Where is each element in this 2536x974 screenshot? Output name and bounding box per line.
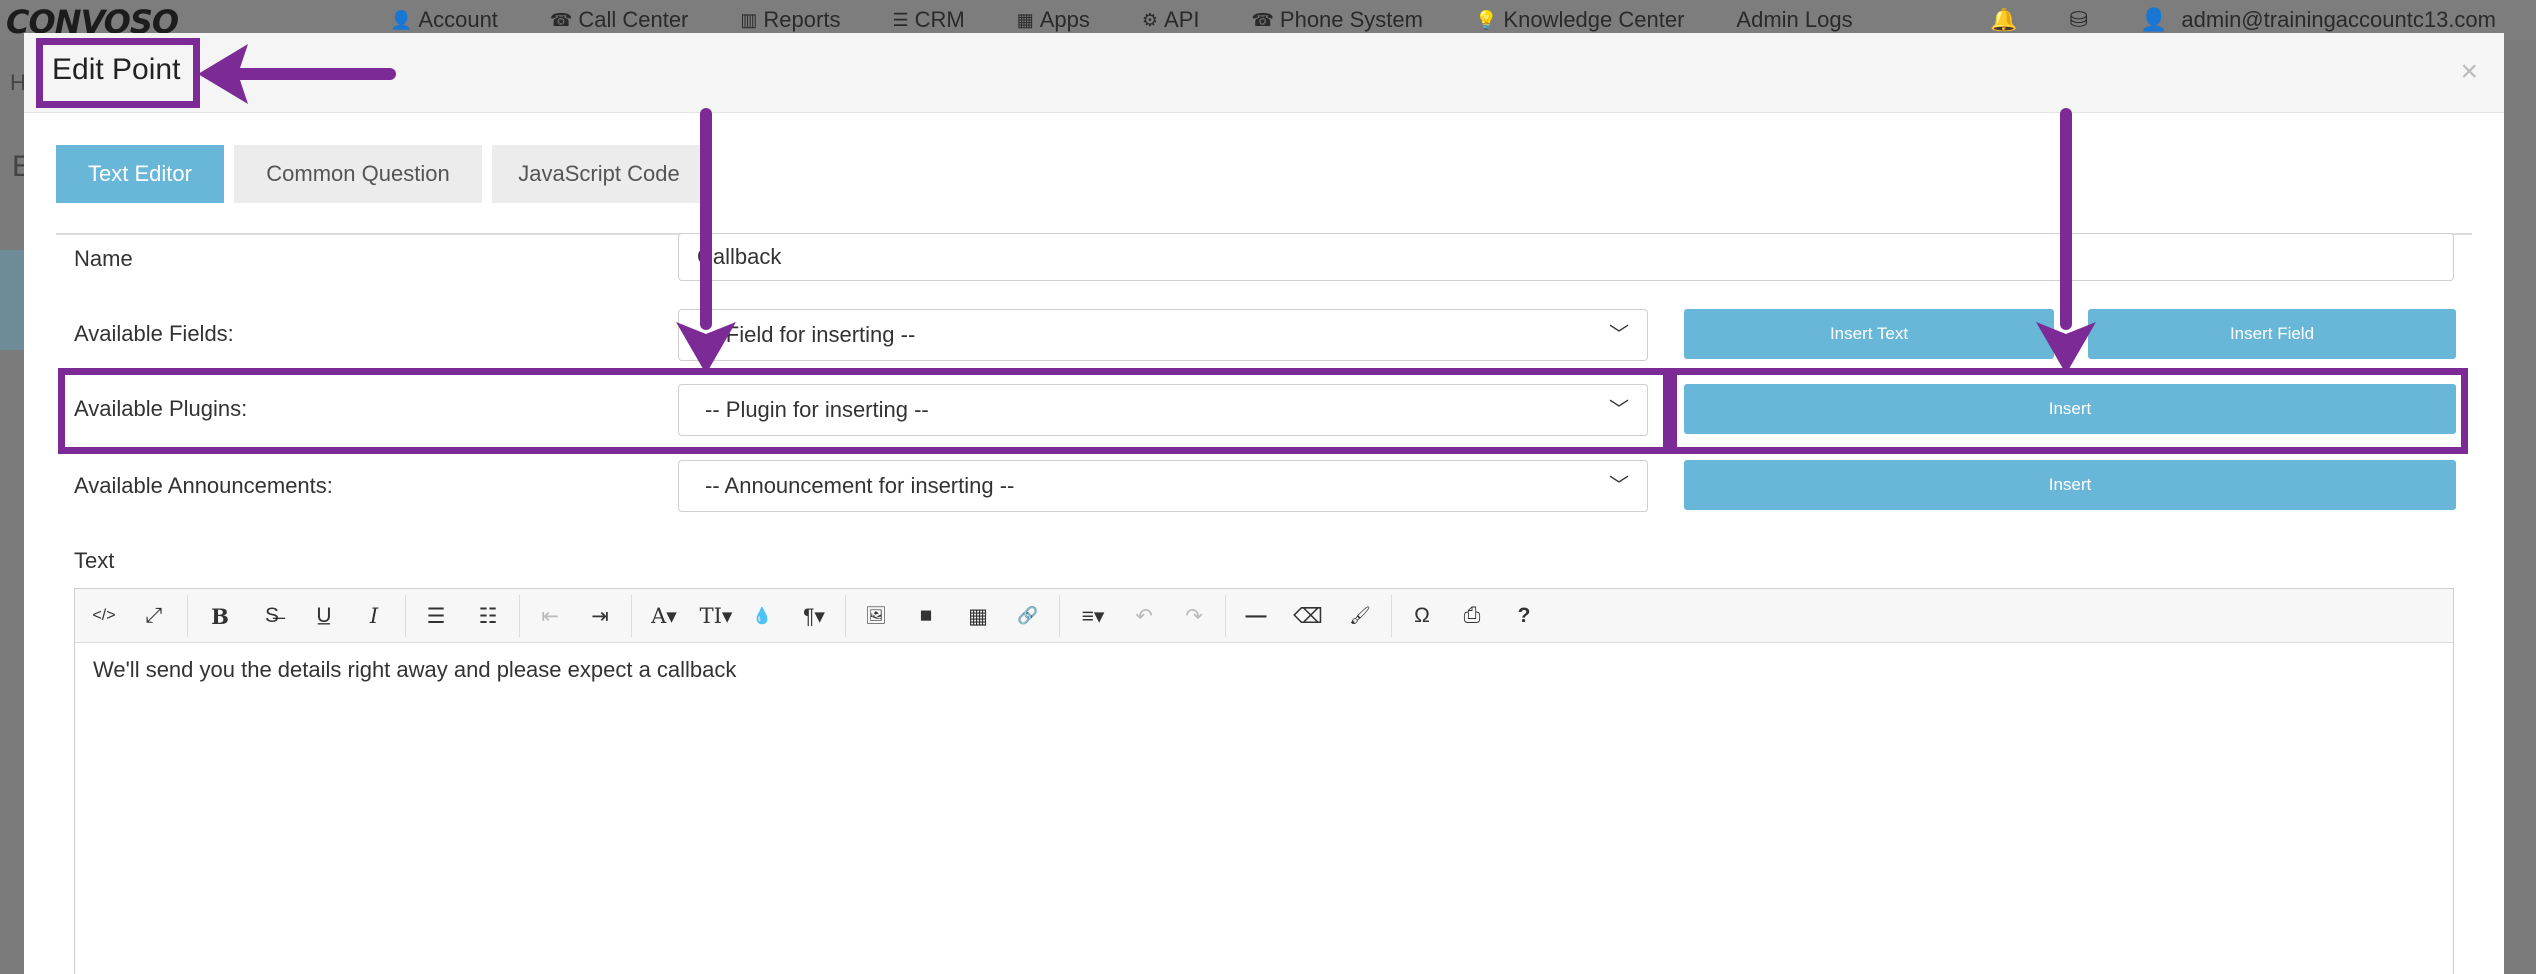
lightbulb-icon: 💡: [1474, 9, 1498, 30]
modal-header: Edit Point ×: [24, 33, 2504, 113]
tab-bar: Text Editor Common Question JavaScript C…: [56, 145, 2472, 235]
annotation-title-highlight: [36, 38, 200, 108]
edit-point-modal: Edit Point × Text Editor Common Question…: [24, 33, 2504, 974]
phone-icon: ☎: [549, 9, 573, 30]
eraser-icon[interactable]: ⌫: [1291, 601, 1325, 631]
arrow-down-icon: [2036, 322, 2096, 374]
nav-api[interactable]: ⚙ API: [1142, 7, 1200, 33]
font-icon[interactable]: A▾: [641, 601, 687, 631]
annotation-insert-highlight: [1670, 368, 2468, 454]
editor-content[interactable]: We'll send you the details right away an…: [93, 657, 736, 683]
user-icon: 👤: [2139, 7, 2168, 32]
table-icon[interactable]: ▦: [961, 601, 995, 631]
insert-field-button[interactable]: Insert Field: [2088, 309, 2456, 359]
special-char-icon[interactable]: Ω: [1405, 601, 1439, 631]
numbered-list-icon[interactable]: ☷: [471, 601, 505, 631]
close-icon[interactable]: ×: [2460, 55, 2478, 89]
italic-icon[interactable]: I: [357, 601, 391, 631]
video-icon[interactable]: ■: [909, 601, 943, 631]
editor-toolbar: </> ⤢ B S̶ U̲ I ☰ ☷ ⇤ ⇥ A▾ TI▾ 💧 ¶▾ 🖼 ■ …: [75, 589, 2453, 643]
bar-chart-icon: ▥: [740, 9, 758, 30]
gear-icon: ⚙: [1141, 9, 1159, 30]
nav-phone-system[interactable]: ☎ Phone System: [1251, 7, 1423, 33]
chevron-down-icon: ﹀: [1609, 324, 1629, 346]
bell-icon[interactable]: 🔔: [1990, 7, 2017, 33]
annotation-arrow-plugins: [700, 108, 712, 330]
font-size-icon[interactable]: TI▾: [691, 601, 741, 631]
tab-javascript-code[interactable]: JavaScript Code: [492, 145, 706, 203]
available-fields-label: Available Fields:: [74, 321, 234, 346]
fields-select[interactable]: -- Field for inserting -- ﹀: [678, 309, 1648, 361]
tab-common-question[interactable]: Common Question: [234, 145, 482, 203]
nav-call-center[interactable]: ☎ Call Center: [550, 7, 688, 33]
annotation-arrow-insert: [2060, 108, 2072, 330]
color-icon[interactable]: 💧: [745, 601, 779, 631]
format-painter-icon[interactable]: 🖌: [1343, 601, 1377, 631]
text-label: Text: [74, 548, 115, 573]
nav-reports[interactable]: ▥ Reports: [740, 7, 840, 33]
nav-account[interactable]: 👤 Account: [390, 7, 498, 33]
name-input[interactable]: Callback: [678, 233, 2454, 281]
nav-apps[interactable]: ▦ Apps: [1017, 7, 1090, 33]
rich-text-editor: </> ⤢ B S̶ U̲ I ☰ ☷ ⇤ ⇥ A▾ TI▾ 💧 ¶▾ 🖼 ■ …: [74, 588, 2454, 974]
available-announcements-label: Available Announcements:: [74, 473, 333, 498]
user-menu[interactable]: 👤 admin@trainingaccountc13.com: [2140, 7, 2496, 33]
name-label: Name: [74, 246, 133, 271]
strikethrough-icon[interactable]: S̶: [255, 601, 289, 631]
horizontal-rule-icon[interactable]: —: [1239, 601, 1273, 631]
indent-icon[interactable]: ⇥: [583, 601, 617, 631]
insert-announcement-button[interactable]: Insert: [1684, 460, 2456, 510]
help-icon[interactable]: ?: [1507, 601, 1541, 631]
insert-text-button[interactable]: Insert Text: [1684, 309, 2054, 359]
phone-icon: ☎: [1251, 9, 1274, 30]
redo-icon[interactable]: ↷: [1177, 601, 1211, 631]
nav-admin-logs[interactable]: Admin Logs: [1736, 7, 1852, 33]
undo-icon[interactable]: ↶: [1127, 601, 1161, 631]
grid-icon: ▦: [1016, 9, 1034, 30]
paragraph-icon[interactable]: ¶▾: [791, 601, 837, 631]
bold-icon[interactable]: B: [203, 601, 237, 631]
announcements-select[interactable]: -- Announcement for inserting -- ﹀: [678, 460, 1648, 512]
link-icon[interactable]: 🔗: [1011, 601, 1045, 631]
chevron-down-icon: ﹀: [1609, 475, 1629, 497]
align-icon[interactable]: ≡▾: [1071, 601, 1115, 631]
annotation-plugins-highlight: [58, 368, 1670, 454]
tab-text-editor[interactable]: Text Editor: [56, 145, 224, 203]
arrow-down-icon: [676, 322, 736, 374]
fullscreen-icon[interactable]: ⤢: [137, 601, 171, 631]
nav-knowledge-center[interactable]: 💡 Knowledge Center: [1475, 7, 1684, 33]
annotation-arrow-title: [228, 68, 396, 80]
arrow-left-icon: [198, 44, 248, 104]
print-icon[interactable]: ⎙: [1455, 601, 1489, 631]
nav-crm[interactable]: ☰ CRM: [892, 7, 964, 33]
image-icon[interactable]: 🖼: [859, 601, 893, 631]
background-panel: [0, 250, 24, 350]
user-icon: 👤: [390, 9, 413, 30]
list-icon: ☰: [892, 9, 909, 30]
code-view-icon[interactable]: </>: [87, 601, 121, 631]
outdent-icon[interactable]: ⇤: [533, 601, 567, 631]
bullet-list-icon[interactable]: ☰: [419, 601, 453, 631]
underline-icon[interactable]: U̲: [307, 601, 341, 631]
database-icon[interactable]: ⛁: [2070, 7, 2088, 33]
